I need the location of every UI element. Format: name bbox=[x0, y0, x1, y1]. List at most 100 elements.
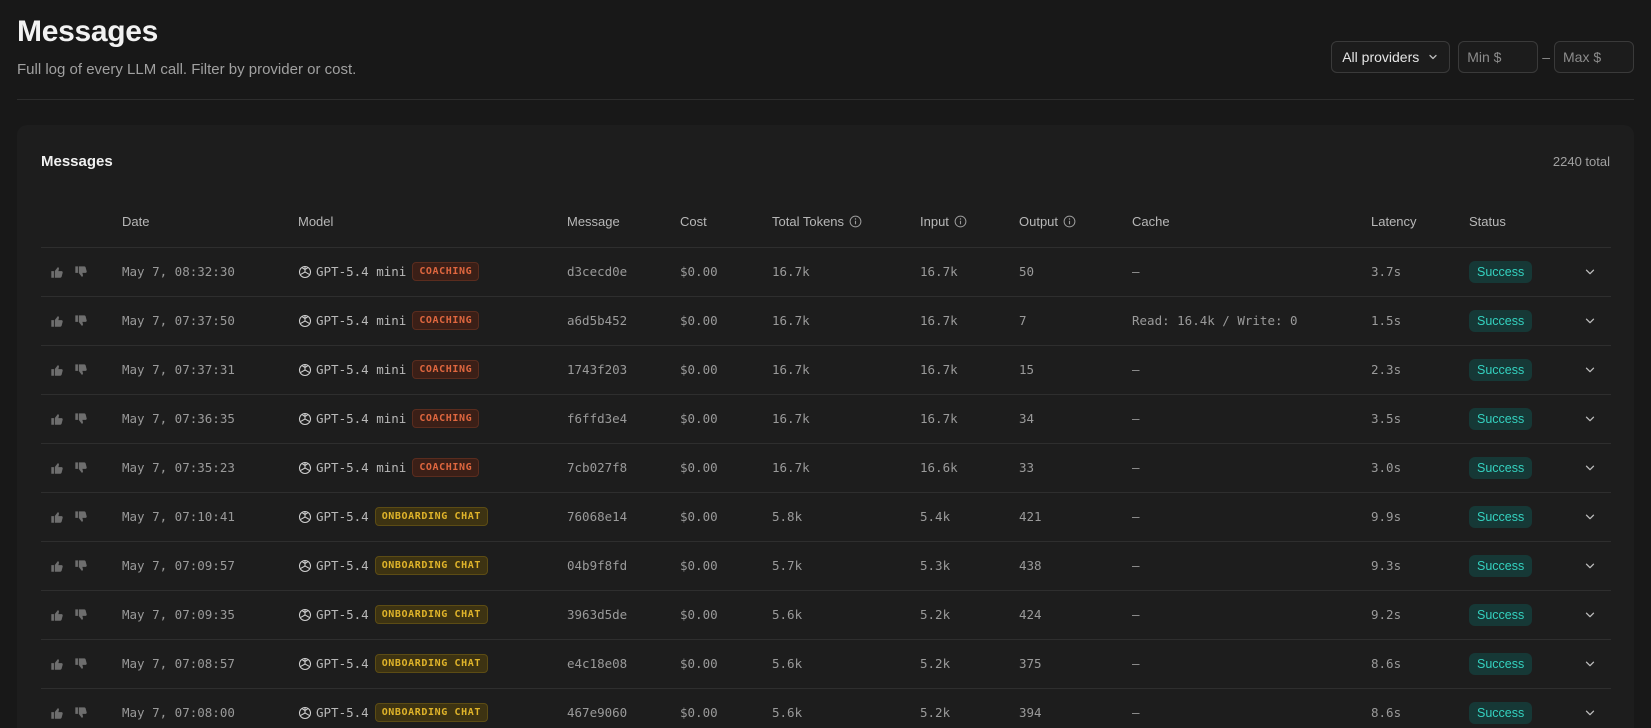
message-id-cell[interactable]: e4c18e08 bbox=[567, 639, 680, 689]
col-latency[interactable]: Latency bbox=[1371, 197, 1469, 248]
messages-table: Date Model Message Cost Total Tokens Inp… bbox=[41, 197, 1611, 728]
table-body: May 7, 08:32:30 GPT-5.4 mini COACHING d3… bbox=[41, 247, 1611, 728]
cost-cell: $0.00 bbox=[680, 247, 772, 297]
thumbs-up-icon[interactable] bbox=[50, 510, 64, 524]
thumbs-up-icon[interactable] bbox=[50, 314, 64, 328]
table-row[interactable]: May 7, 07:09:35 GPT-5.4 ONBOARDING CHAT … bbox=[41, 590, 1611, 640]
status-badge: Success bbox=[1469, 407, 1533, 430]
message-id-cell[interactable]: 467e9060 bbox=[567, 688, 680, 728]
chevron-down-icon[interactable] bbox=[1584, 658, 1596, 670]
thumbs-up-icon[interactable] bbox=[50, 265, 64, 279]
info-icon[interactable] bbox=[954, 215, 967, 228]
chevron-down-icon[interactable] bbox=[1584, 707, 1596, 719]
thumbs-up-icon[interactable] bbox=[50, 608, 64, 622]
col-cache[interactable]: Cache bbox=[1132, 197, 1371, 248]
cost-cell: $0.00 bbox=[680, 443, 772, 493]
model-cell: GPT-5.4 mini COACHING bbox=[298, 296, 567, 346]
info-icon[interactable] bbox=[849, 215, 862, 228]
feedback-col bbox=[41, 197, 122, 248]
message-id-cell[interactable]: d3cecd0e bbox=[567, 247, 680, 297]
cache-cell: — bbox=[1132, 541, 1371, 591]
info-icon[interactable] bbox=[1063, 215, 1076, 228]
table-row[interactable]: May 7, 08:32:30 GPT-5.4 mini COACHING d3… bbox=[41, 247, 1611, 297]
latency-cell: 3.7s bbox=[1371, 247, 1469, 297]
output-tokens-cell: 7 bbox=[1019, 296, 1132, 346]
chevron-down-icon[interactable] bbox=[1584, 315, 1596, 327]
openai-icon bbox=[298, 412, 312, 425]
message-id-cell[interactable]: f6ffd3e4 bbox=[567, 394, 680, 444]
thumbs-down-icon[interactable] bbox=[74, 608, 88, 622]
max-cost-input[interactable] bbox=[1554, 41, 1634, 73]
thumbs-down-icon[interactable] bbox=[74, 559, 88, 573]
thumbs-down-icon[interactable] bbox=[74, 363, 88, 377]
date-cell: May 7, 07:10:41 bbox=[122, 492, 298, 542]
message-id-cell[interactable]: 04b9f8fd bbox=[567, 541, 680, 591]
table-row[interactable]: May 7, 07:09:57 GPT-5.4 ONBOARDING CHAT … bbox=[41, 541, 1611, 591]
table-row[interactable]: May 7, 07:37:31 GPT-5.4 mini COACHING 17… bbox=[41, 345, 1611, 395]
thumbs-up-icon[interactable] bbox=[50, 706, 64, 720]
table-row[interactable]: May 7, 07:08:57 GPT-5.4 ONBOARDING CHAT … bbox=[41, 639, 1611, 689]
model-name: GPT-5.4 bbox=[316, 705, 369, 720]
chevron-down-icon[interactable] bbox=[1584, 511, 1596, 523]
model-name: GPT-5.4 bbox=[316, 656, 369, 671]
col-status[interactable]: Status bbox=[1469, 197, 1569, 248]
openai-icon bbox=[298, 363, 312, 376]
thumbs-down-icon[interactable] bbox=[74, 657, 88, 671]
thumbs-up-icon[interactable] bbox=[50, 412, 64, 426]
table-row[interactable]: May 7, 07:08:00 GPT-5.4 ONBOARDING CHAT … bbox=[41, 688, 1611, 728]
total-tokens-cell: 5.6k bbox=[772, 688, 920, 728]
message-id-cell[interactable]: 3963d5de bbox=[567, 590, 680, 640]
thumbs-down-icon[interactable] bbox=[74, 412, 88, 426]
feedback-cell bbox=[41, 296, 122, 346]
latency-cell: 3.0s bbox=[1371, 443, 1469, 493]
latency-cell: 3.5s bbox=[1371, 394, 1469, 444]
openai-icon bbox=[298, 510, 312, 523]
chevron-down-icon[interactable] bbox=[1584, 560, 1596, 572]
message-id-cell[interactable]: 1743f203 bbox=[567, 345, 680, 395]
cache-cell: — bbox=[1132, 688, 1371, 728]
min-cost-input[interactable] bbox=[1458, 41, 1539, 73]
thumbs-up-icon[interactable] bbox=[50, 461, 64, 475]
thumbs-up-icon[interactable] bbox=[50, 363, 64, 377]
expand-cell bbox=[1569, 541, 1611, 591]
thumbs-down-icon[interactable] bbox=[74, 265, 88, 279]
cache-cell: — bbox=[1132, 345, 1371, 395]
message-id-cell[interactable]: a6d5b452 bbox=[567, 296, 680, 346]
cache-cell: Read: 16.4k / Write: 0 bbox=[1132, 296, 1371, 346]
thumbs-down-icon[interactable] bbox=[74, 314, 88, 328]
chevron-down-icon[interactable] bbox=[1584, 609, 1596, 621]
col-message[interactable]: Message bbox=[567, 197, 680, 248]
thumbs-up-icon[interactable] bbox=[50, 657, 64, 671]
chevron-down-icon bbox=[1429, 54, 1437, 60]
thumbs-down-icon[interactable] bbox=[74, 706, 88, 720]
message-id-cell[interactable]: 76068e14 bbox=[567, 492, 680, 542]
table-row[interactable]: May 7, 07:36:35 GPT-5.4 mini COACHING f6… bbox=[41, 394, 1611, 444]
table-row[interactable]: May 7, 07:37:50 GPT-5.4 mini COACHING a6… bbox=[41, 296, 1611, 346]
date-cell: May 7, 07:09:35 bbox=[122, 590, 298, 640]
output-tokens-cell: 34 bbox=[1019, 394, 1132, 444]
thumbs-up-icon[interactable] bbox=[50, 559, 64, 573]
message-id-cell[interactable]: 7cb027f8 bbox=[567, 443, 680, 493]
provider-select[interactable]: All providers bbox=[1331, 41, 1451, 73]
table-header-row: Date Model Message Cost Total Tokens Inp… bbox=[41, 197, 1611, 248]
table-row[interactable]: May 7, 07:35:23 GPT-5.4 mini COACHING 7c… bbox=[41, 443, 1611, 493]
thumbs-down-icon[interactable] bbox=[74, 510, 88, 524]
chevron-down-icon[interactable] bbox=[1584, 462, 1596, 474]
expand-col bbox=[1569, 197, 1611, 248]
chevron-down-icon[interactable] bbox=[1584, 364, 1596, 376]
table-row[interactable]: May 7, 07:10:41 GPT-5.4 ONBOARDING CHAT … bbox=[41, 492, 1611, 542]
date-cell: May 7, 07:08:57 bbox=[122, 639, 298, 689]
thumbs-down-icon[interactable] bbox=[74, 461, 88, 475]
chevron-down-icon[interactable] bbox=[1584, 266, 1596, 278]
chevron-down-icon[interactable] bbox=[1584, 413, 1596, 425]
col-total-tokens[interactable]: Total Tokens bbox=[772, 197, 920, 248]
col-date[interactable]: Date bbox=[122, 197, 298, 248]
expand-cell bbox=[1569, 492, 1611, 542]
col-output[interactable]: Output bbox=[1019, 197, 1132, 248]
col-model[interactable]: Model bbox=[298, 197, 567, 248]
col-cost[interactable]: Cost bbox=[680, 197, 772, 248]
col-input[interactable]: Input bbox=[920, 197, 1019, 248]
messages-card: Messages 2240 total Date Model Message C… bbox=[17, 125, 1634, 728]
expand-cell bbox=[1569, 394, 1611, 444]
model-name: GPT-5.4 mini bbox=[316, 460, 407, 475]
